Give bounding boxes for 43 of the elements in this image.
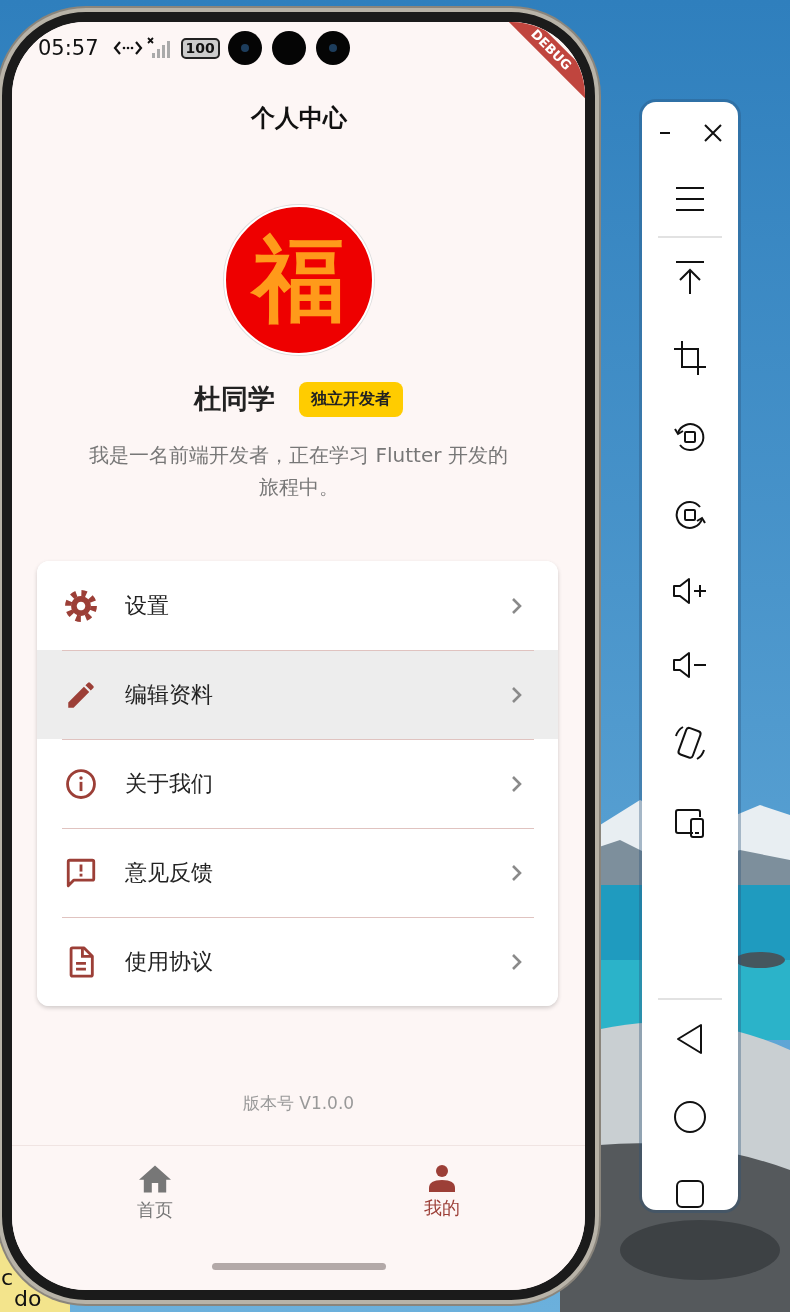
rotate-right-icon[interactable] [673,498,707,532]
status-time: 05:57 [38,36,99,60]
user-name: 杜同学 [194,382,275,416]
camera-lens-icon [271,31,306,65]
data-transfer-icon [112,39,143,57]
chevron-icon [510,684,524,705]
settings-icon [64,588,98,623]
camera-lens-icon [315,31,350,65]
rotate-left-icon[interactable] [673,420,707,454]
menu-item[interactable]: 编辑资料 [37,650,558,739]
crop-icon[interactable] [673,340,707,376]
no-signal-icon [146,37,173,59]
rotate-device-icon[interactable] [673,724,707,762]
camera-lens-icon [227,31,262,65]
page-title: 个人中心 [250,103,347,134]
home-button-icon[interactable] [673,1100,707,1134]
upload-icon[interactable] [673,260,707,296]
close-icon[interactable] [702,122,724,144]
nav-tab[interactable]: 首页 [12,1146,299,1241]
menu-icon[interactable] [673,184,707,214]
menu-item[interactable]: 使用协议 [37,917,558,1006]
volume-down-icon[interactable] [671,650,709,680]
chevron-icon [510,862,524,883]
volume-up-icon[interactable] [671,576,709,606]
info-icon [64,766,98,801]
note-text: do [14,1288,42,1310]
recents-icon[interactable] [674,1178,706,1210]
version-text: 版本号 V1.0.0 [242,1092,355,1115]
user-bio: 我是一名前端开发者，正在学习 Flutter 开发的旅程中。 [88,442,509,501]
battery-indicator: 100 [180,37,220,59]
person-icon [426,1164,457,1192]
avatar: 福 [223,205,374,355]
note-text: c [1,1267,14,1289]
chevron-icon [510,773,524,794]
menu-item[interactable]: 关于我们 [37,739,558,828]
chevron-icon [510,951,524,972]
role-badge: 独立开发者 [299,381,403,417]
devices-icon[interactable] [673,806,707,840]
menu-item[interactable]: 意见反馈 [37,828,558,917]
home-icon [139,1164,172,1194]
nav-tab[interactable]: 我的 [298,1146,585,1241]
chevron-icon [510,595,524,616]
menu-item[interactable]: 设置 [37,561,558,650]
